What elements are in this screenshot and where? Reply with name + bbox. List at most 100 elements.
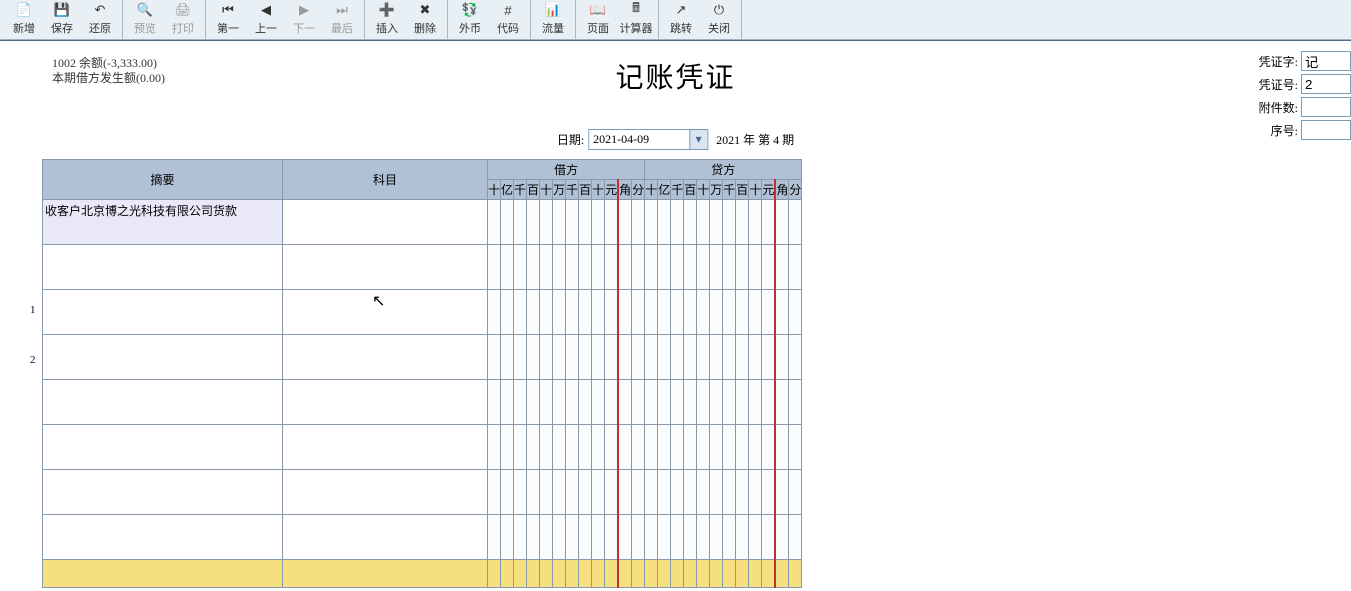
cell-digit[interactable] bbox=[605, 290, 619, 335]
cell-digit[interactable] bbox=[618, 425, 632, 470]
cell-digit[interactable] bbox=[697, 335, 710, 380]
table-row[interactable] bbox=[43, 470, 802, 515]
cell-digit[interactable] bbox=[789, 335, 802, 380]
cell-digit[interactable] bbox=[697, 470, 710, 515]
cell-digit[interactable] bbox=[618, 335, 632, 380]
cell-digit[interactable] bbox=[618, 470, 632, 515]
cell-digit[interactable] bbox=[592, 380, 605, 425]
cell-digit[interactable] bbox=[658, 200, 671, 245]
cell-digit[interactable] bbox=[592, 425, 605, 470]
cell-digit[interactable] bbox=[592, 470, 605, 515]
table-row[interactable] bbox=[43, 380, 802, 425]
cell-digit[interactable] bbox=[592, 515, 605, 560]
cell-digit[interactable] bbox=[488, 470, 501, 515]
cell-digit[interactable] bbox=[579, 335, 592, 380]
cell-digit[interactable] bbox=[684, 200, 697, 245]
cell-digit[interactable] bbox=[540, 335, 553, 380]
cell-digit[interactable] bbox=[605, 515, 619, 560]
cell-digit[interactable] bbox=[723, 335, 736, 380]
cell-digit[interactable] bbox=[775, 200, 789, 245]
cell-digit[interactable] bbox=[645, 425, 658, 470]
cell-digit[interactable] bbox=[645, 515, 658, 560]
date-input[interactable] bbox=[589, 130, 689, 149]
cell-digit[interactable] bbox=[501, 335, 514, 380]
cell-digit[interactable] bbox=[749, 515, 762, 560]
cell-digit[interactable] bbox=[566, 335, 579, 380]
cell-digit[interactable] bbox=[645, 380, 658, 425]
toolbar-新增-button[interactable]: 📄新增 bbox=[5, 0, 43, 38]
toolbar-插入-button[interactable]: ➕插入 bbox=[368, 0, 406, 38]
cell-digit[interactable] bbox=[736, 290, 749, 335]
cell-digit[interactable] bbox=[762, 200, 776, 245]
cell-digit[interactable] bbox=[697, 200, 710, 245]
cell-digit[interactable] bbox=[723, 380, 736, 425]
cell-digit[interactable] bbox=[710, 335, 723, 380]
cell-digit[interactable] bbox=[658, 290, 671, 335]
cell-digit[interactable] bbox=[710, 200, 723, 245]
cell-digit[interactable] bbox=[605, 425, 619, 470]
cell-digit[interactable] bbox=[514, 200, 527, 245]
cell-digit[interactable] bbox=[736, 245, 749, 290]
cell-digit[interactable] bbox=[723, 425, 736, 470]
cell-digit[interactable] bbox=[710, 380, 723, 425]
cell-digit[interactable] bbox=[658, 515, 671, 560]
toolbar-流量-button[interactable]: 📊流量 bbox=[534, 0, 572, 38]
cell-digit[interactable] bbox=[736, 470, 749, 515]
cell-digit[interactable] bbox=[501, 425, 514, 470]
cell-digit[interactable] bbox=[592, 245, 605, 290]
cell-digit[interactable] bbox=[658, 425, 671, 470]
cell-digit[interactable] bbox=[789, 290, 802, 335]
cell-subject[interactable] bbox=[283, 200, 488, 245]
cell-digit[interactable] bbox=[488, 200, 501, 245]
toolbar-页面-button[interactable]: 📖页面 bbox=[579, 0, 617, 38]
cell-digit[interactable] bbox=[540, 380, 553, 425]
cell-digit[interactable] bbox=[632, 425, 645, 470]
cell-digit[interactable] bbox=[684, 515, 697, 560]
cell-digit[interactable] bbox=[749, 290, 762, 335]
cell-digit[interactable] bbox=[527, 245, 540, 290]
cell-digit[interactable] bbox=[749, 380, 762, 425]
cell-digit[interactable] bbox=[501, 245, 514, 290]
cell-digit[interactable] bbox=[671, 380, 684, 425]
cell-digit[interactable] bbox=[789, 425, 802, 470]
cell-digit[interactable] bbox=[723, 470, 736, 515]
cell-digit[interactable] bbox=[488, 425, 501, 470]
cell-digit[interactable] bbox=[566, 380, 579, 425]
cell-digit[interactable] bbox=[684, 425, 697, 470]
cell-digit[interactable] bbox=[723, 290, 736, 335]
cell-digit[interactable] bbox=[632, 380, 645, 425]
cell-digit[interactable] bbox=[671, 515, 684, 560]
cell-digit[interactable] bbox=[710, 290, 723, 335]
cell-digit[interactable] bbox=[723, 245, 736, 290]
cell-digit[interactable] bbox=[527, 290, 540, 335]
cell-digit[interactable] bbox=[671, 290, 684, 335]
cell-digit[interactable] bbox=[645, 245, 658, 290]
cell-digit[interactable] bbox=[789, 470, 802, 515]
cell-digit[interactable] bbox=[501, 470, 514, 515]
cell-digit[interactable] bbox=[684, 470, 697, 515]
cell-digit[interactable] bbox=[540, 515, 553, 560]
cell-digit[interactable] bbox=[514, 245, 527, 290]
cell-digit[interactable] bbox=[592, 335, 605, 380]
cell-digit[interactable] bbox=[710, 470, 723, 515]
cell-digit[interactable] bbox=[723, 200, 736, 245]
cell-subject[interactable] bbox=[283, 245, 488, 290]
cell-summary[interactable] bbox=[43, 380, 283, 425]
cell-digit[interactable] bbox=[749, 335, 762, 380]
cell-digit[interactable] bbox=[553, 335, 566, 380]
cell-digit[interactable] bbox=[605, 380, 619, 425]
cell-digit[interactable] bbox=[618, 290, 632, 335]
cell-digit[interactable] bbox=[566, 200, 579, 245]
cell-digit[interactable] bbox=[775, 380, 789, 425]
cell-digit[interactable] bbox=[618, 380, 632, 425]
cell-summary[interactable] bbox=[43, 245, 283, 290]
cell-digit[interactable] bbox=[684, 245, 697, 290]
cell-digit[interactable] bbox=[632, 470, 645, 515]
cell-digit[interactable] bbox=[514, 380, 527, 425]
cell-digit[interactable] bbox=[540, 425, 553, 470]
cell-digit[interactable] bbox=[775, 515, 789, 560]
date-dropdown-button[interactable]: ▾ bbox=[689, 130, 707, 149]
cell-digit[interactable] bbox=[710, 245, 723, 290]
cell-digit[interactable] bbox=[566, 470, 579, 515]
cell-digit[interactable] bbox=[514, 335, 527, 380]
